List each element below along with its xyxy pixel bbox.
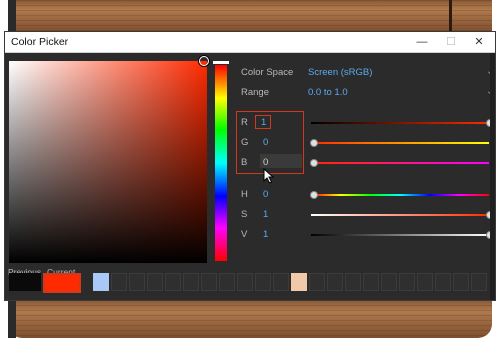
v-input[interactable]: 1	[263, 229, 268, 240]
empty-swatch[interactable]	[183, 273, 199, 291]
background-edge	[8, 0, 16, 32]
saved-swatch-2[interactable]	[291, 273, 307, 291]
s-slider-track[interactable]	[311, 214, 489, 216]
empty-swatch[interactable]	[165, 273, 181, 291]
r-label: R	[241, 117, 248, 128]
empty-swatch[interactable]	[471, 273, 487, 291]
range-dropdown[interactable]: 0.0 to 1.0	[308, 87, 348, 98]
r-input[interactable]: 1	[261, 117, 266, 128]
vertical-scrollbar[interactable]	[490, 53, 495, 300]
s-input[interactable]: 1	[263, 209, 268, 220]
hue-slider[interactable]	[215, 65, 227, 261]
maximize-button[interactable]: ☐	[441, 34, 461, 50]
r-slider-track[interactable]	[311, 122, 489, 124]
b-slider-handle[interactable]	[310, 159, 318, 167]
empty-swatch[interactable]	[273, 273, 289, 291]
v-slider-track[interactable]	[311, 234, 489, 236]
current-color-swatch[interactable]	[43, 273, 81, 293]
picker-panel: Color Space Screen (sRGB) ⌄ Range 0.0 to…	[5, 53, 495, 300]
v-label: V	[241, 229, 248, 240]
b-slider-track[interactable]	[311, 162, 489, 164]
empty-swatch[interactable]	[345, 273, 361, 291]
range-label: Range	[241, 87, 269, 98]
empty-swatch[interactable]	[417, 273, 433, 291]
background-wood-top	[8, 0, 492, 32]
empty-swatch[interactable]	[255, 273, 271, 291]
empty-swatch[interactable]	[129, 273, 145, 291]
saved-swatch-1[interactable]	[93, 273, 109, 291]
g-label: G	[241, 137, 249, 148]
color-picker-window: Color Picker — ☐ ✕ Color Space Screen (s…	[4, 31, 496, 301]
g-input[interactable]: 0	[263, 137, 268, 148]
close-button[interactable]: ✕	[469, 34, 489, 50]
color-space-dropdown[interactable]: Screen (sRGB)	[308, 67, 372, 78]
h-slider-handle[interactable]	[310, 191, 318, 199]
color-space-label: Color Space	[241, 67, 294, 78]
empty-swatch[interactable]	[327, 273, 343, 291]
previous-color-swatch[interactable]	[9, 273, 41, 291]
empty-swatch[interactable]	[363, 273, 379, 291]
empty-swatch[interactable]	[309, 273, 325, 291]
empty-swatch[interactable]	[453, 273, 469, 291]
window-title: Color Picker	[11, 36, 69, 48]
empty-swatch[interactable]	[381, 273, 397, 291]
hue-slider-marker[interactable]	[213, 61, 229, 64]
g-slider-track[interactable]	[311, 142, 489, 144]
h-input[interactable]: 0	[263, 189, 268, 200]
title-bar[interactable]: Color Picker — ☐ ✕	[5, 32, 495, 53]
empty-swatch[interactable]	[219, 273, 235, 291]
saturation-value-area[interactable]	[9, 61, 207, 263]
background-wood-bottom	[8, 300, 492, 338]
b-label: B	[241, 157, 248, 168]
empty-swatch[interactable]	[399, 273, 415, 291]
empty-swatch[interactable]	[435, 273, 451, 291]
empty-swatch[interactable]	[201, 273, 217, 291]
g-slider-handle[interactable]	[310, 139, 318, 147]
empty-swatch[interactable]	[237, 273, 253, 291]
minimize-button[interactable]: —	[412, 34, 432, 50]
h-slider-track[interactable]	[311, 194, 489, 196]
mouse-pointer-icon	[263, 168, 274, 184]
s-label: S	[241, 209, 248, 220]
h-label: H	[241, 189, 248, 200]
background-edge	[8, 300, 16, 338]
empty-swatch[interactable]	[147, 273, 163, 291]
empty-swatch[interactable]	[111, 273, 127, 291]
background-crack	[449, 0, 452, 32]
sv-cursor-handle[interactable]	[199, 56, 209, 66]
b-input[interactable]: 0	[263, 157, 268, 168]
